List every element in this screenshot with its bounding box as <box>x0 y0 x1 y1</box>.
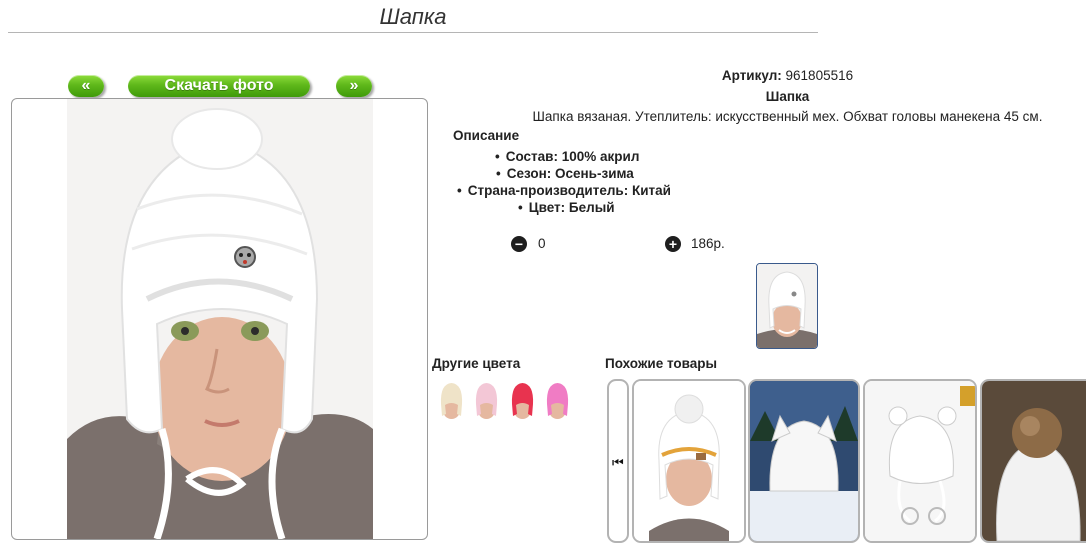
color-swatch-pink[interactable] <box>471 380 502 424</box>
prev-photo-button[interactable]: « <box>68 75 104 97</box>
title-divider <box>8 32 818 33</box>
similar-product-image <box>750 381 858 541</box>
similar-product-image <box>865 381 975 541</box>
swatch-image <box>507 380 538 424</box>
similar-product-card[interactable] <box>748 379 860 543</box>
thumbnail-image <box>757 264 817 348</box>
sku-line: Артикул: 961805516 <box>440 68 1086 83</box>
page-title: Шапка <box>379 4 447 29</box>
carousel-prev-button[interactable]: ⏮ <box>607 379 629 543</box>
spec-season: Сезон: Осень-зима <box>496 166 634 181</box>
description-header: Описание <box>453 128 520 143</box>
product-description: Шапка вязаная. Утеплитель: искусственный… <box>532 109 1043 124</box>
quantity-value: 0 <box>538 236 546 251</box>
swatch-image <box>542 380 573 424</box>
similar-product-card[interactable] <box>980 379 1086 543</box>
swatch-image <box>471 380 502 424</box>
other-colors-header: Другие цвета <box>432 356 521 371</box>
minus-icon[interactable]: − <box>511 236 527 252</box>
skip-back-icon: ⏮ <box>612 455 624 470</box>
similar-products-header: Похожие товары <box>605 356 718 371</box>
main-product-photo[interactable] <box>67 99 373 539</box>
color-swatch-fuchsia[interactable] <box>542 380 573 424</box>
similar-product-image <box>634 381 744 541</box>
color-swatch-red[interactable] <box>507 380 538 424</box>
spec-composition: Состав: 100% акрил <box>495 149 640 164</box>
product-name: Шапка <box>765 89 810 104</box>
sku-label: Артикул: <box>721 68 782 83</box>
spec-color: Цвет: Белый <box>518 200 615 215</box>
similar-product-card[interactable] <box>632 379 746 543</box>
spec-country: Страна-производитель: Китай <box>457 183 671 198</box>
product-thumbnail[interactable] <box>756 263 818 349</box>
next-photo-button[interactable]: » <box>336 75 372 97</box>
sku-value: 961805516 <box>785 68 854 83</box>
price: 186р. <box>691 236 725 251</box>
plus-icon[interactable]: + <box>665 236 681 252</box>
similar-product-image <box>982 381 1086 541</box>
download-photo-button[interactable]: Скачать фото <box>128 75 310 97</box>
swatch-image <box>436 380 467 424</box>
main-photo-frame <box>11 98 428 540</box>
hat-on-mannequin-image <box>67 99 373 539</box>
color-swatch-cream[interactable] <box>436 380 467 424</box>
similar-product-card[interactable] <box>863 379 977 543</box>
